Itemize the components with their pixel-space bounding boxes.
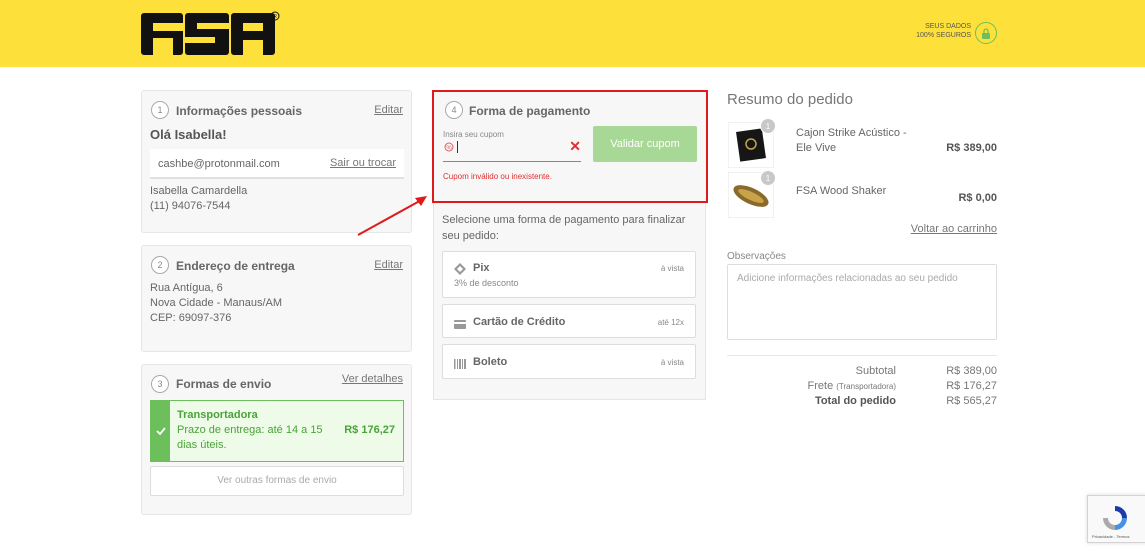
notes-textarea[interactable] bbox=[727, 264, 997, 340]
freight-label-group: Frete (Transportadora) bbox=[808, 380, 896, 392]
recaptcha-icon bbox=[1103, 506, 1127, 530]
fsa-logo[interactable]: R bbox=[141, 10, 281, 58]
shipping-option-selected[interactable]: Transportadora Prazo de entrega: até 14 … bbox=[150, 400, 404, 462]
edit-address-link[interactable]: Editar bbox=[374, 259, 403, 271]
recaptcha-badge[interactable]: Privacidade - Termos bbox=[1087, 495, 1145, 543]
greeting: Olá Isabella! bbox=[150, 127, 227, 142]
address-line: CEP: 69097-376 bbox=[150, 312, 232, 324]
subtotal-value: R$ 389,00 bbox=[946, 365, 997, 377]
item-price: R$ 389,00 bbox=[946, 142, 997, 154]
pix-icon bbox=[454, 262, 466, 275]
coupon-icon: % bbox=[444, 142, 454, 152]
freight-label: Frete bbox=[807, 380, 834, 392]
customer-phone: (11) 94076-7544 bbox=[150, 200, 231, 212]
email-row: cashbe@protonmail.com Sair ou trocar bbox=[150, 149, 404, 179]
recaptcha-footer[interactable]: Privacidade - Termos bbox=[1092, 534, 1130, 539]
payment-option-name: Cartão de Crédito bbox=[473, 316, 566, 328]
step-number: 1 bbox=[151, 101, 169, 119]
summary-title: Resumo do pedido bbox=[727, 91, 853, 108]
back-to-cart-link[interactable]: Voltar ao carrinho bbox=[911, 223, 997, 235]
step-number: 2 bbox=[151, 256, 169, 274]
credit-card-icon bbox=[454, 317, 466, 329]
address-line: Rua Antígua, 6 bbox=[150, 282, 223, 294]
item-name: FSA Wood Shaker bbox=[796, 185, 887, 197]
check-icon bbox=[151, 401, 170, 461]
validate-coupon-button[interactable]: Validar cupom bbox=[593, 126, 697, 162]
coupon-input[interactable]: % ✕ bbox=[443, 138, 581, 162]
payment-option-note: até 12x bbox=[657, 318, 684, 327]
total-label: Total do pedido bbox=[814, 395, 896, 407]
card-title: Informações pessoais bbox=[176, 104, 303, 118]
coupon-error: Cupom inválido ou inexistente. bbox=[443, 172, 552, 181]
other-shipping-button[interactable]: Ver outras formas de envio bbox=[150, 466, 404, 496]
payment-option-name: Pix bbox=[473, 262, 490, 274]
shipping-details-link[interactable]: Ver detalhes bbox=[342, 373, 403, 385]
edit-personal-link[interactable]: Editar bbox=[374, 104, 403, 116]
address-card: 2 Endereço de entrega Editar Rua Antígua… bbox=[141, 245, 412, 352]
coupon-highlight-frame: 4 Forma de pagamento Insira seu cupom % … bbox=[432, 90, 708, 203]
item-quantity-badge: 1 bbox=[760, 170, 776, 186]
item-price: R$ 0,00 bbox=[958, 192, 997, 204]
clear-coupon-icon[interactable]: ✕ bbox=[569, 139, 581, 153]
payment-instructions: Selecione uma forma de pagamento para fi… bbox=[442, 214, 686, 242]
shipping-card: 3 Formas de envio Ver detalhes Transport… bbox=[141, 364, 412, 515]
payment-option-sub: 3% de desconto bbox=[454, 278, 519, 288]
total-value: R$ 565,27 bbox=[946, 395, 997, 407]
step-number: 4 bbox=[445, 101, 463, 119]
svg-text:%: % bbox=[446, 146, 452, 152]
card-title: Forma de pagamento bbox=[469, 104, 591, 118]
subtotal-label: Subtotal bbox=[855, 365, 896, 377]
svg-text:R: R bbox=[273, 14, 277, 20]
customer-name: Isabella Camardella bbox=[150, 185, 248, 197]
payment-option-note: à vista bbox=[660, 358, 684, 367]
payment-option-note: à vista bbox=[660, 264, 684, 273]
payment-option-pix[interactable]: Pix à vista 3% de desconto bbox=[442, 251, 696, 298]
card-title: Endereço de entrega bbox=[176, 259, 295, 273]
shipping-eta: Prazo de entrega: até 14 a 15 dias úteis… bbox=[177, 424, 323, 451]
header-bar: R SEUS DADOS 100% SEGUROS bbox=[0, 0, 1145, 67]
freight-sub: (Transportadora) bbox=[836, 382, 896, 391]
payment-option-name: Boleto bbox=[473, 356, 508, 368]
payment-option-credit-card[interactable]: Cartão de Crédito até 12x bbox=[442, 304, 696, 338]
sign-out-link[interactable]: Sair ou trocar bbox=[330, 157, 396, 169]
annotation-arrow bbox=[357, 196, 427, 236]
divider bbox=[727, 355, 997, 356]
notes-label: Observações bbox=[727, 251, 786, 262]
freight-value: R$ 176,27 bbox=[946, 380, 997, 392]
shipping-price: R$ 176,27 bbox=[344, 424, 395, 436]
payment-option-boleto[interactable]: Boleto à vista bbox=[442, 344, 696, 379]
shipping-carrier: Transportadora bbox=[177, 409, 258, 421]
lock-icon bbox=[975, 22, 997, 44]
address-line: Nova Cidade - Manaus/AM bbox=[150, 297, 283, 309]
item-quantity-badge: 1 bbox=[760, 118, 776, 134]
card-title: Formas de envio bbox=[176, 377, 272, 391]
step-number: 3 bbox=[151, 375, 169, 393]
secure-badge-text: SEUS DADOS 100% SEGUROS bbox=[916, 23, 971, 39]
barcode-icon bbox=[454, 356, 466, 369]
email-value: cashbe@protonmail.com bbox=[158, 158, 280, 170]
item-name: Cajon Strike Acústico - Ele Vive bbox=[796, 127, 907, 154]
